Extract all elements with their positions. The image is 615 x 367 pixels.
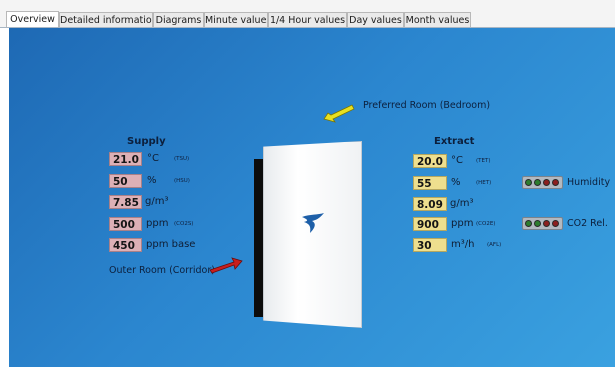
- extract-temperature-field[interactable]: 20.0: [413, 154, 447, 168]
- humidity-indicator-label: Humidity: [567, 177, 611, 188]
- indicator-light-icon: [534, 220, 541, 227]
- tab-detailed-information[interactable]: Detailed information: [59, 12, 153, 27]
- outer-room-caption: Outer Room (Corridor): [109, 265, 215, 276]
- supply-absolute-humidity-field[interactable]: 7.85: [109, 195, 142, 209]
- preferred-room-arrow-icon: [323, 104, 355, 123]
- tab-bar: Overview Detailed information Diagrams M…: [0, 0, 615, 28]
- extract-humidity-field[interactable]: 55: [413, 176, 447, 190]
- supply-temperature-field[interactable]: 21.0: [109, 152, 142, 166]
- extract-absolute-humidity-field[interactable]: 8.09: [413, 197, 447, 211]
- supply-humidity-unit: %: [147, 175, 157, 186]
- extract-co2-unit: ppm: [451, 218, 474, 229]
- brand-logo-icon: [302, 213, 324, 233]
- indicator-light-icon: [525, 179, 532, 186]
- extract-co2-tag: (CO2E): [476, 221, 496, 227]
- extract-co2-field[interactable]: 900: [413, 217, 447, 231]
- tab-day-values[interactable]: Day values: [347, 12, 404, 27]
- supply-temperature-unit: °C: [147, 153, 159, 164]
- supply-title: Supply: [127, 136, 166, 147]
- indicator-light-icon: [543, 179, 550, 186]
- tab-month-values[interactable]: Month values: [404, 12, 471, 27]
- extract-airflow-unit: m³/h: [451, 239, 475, 250]
- humidity-indicator: [522, 176, 563, 189]
- co2-indicator-label: CO2 Rel.: [567, 218, 608, 229]
- tab-quarter-hour-values[interactable]: 1/4 Hour values: [268, 12, 347, 27]
- supply-absolute-humidity-unit: g/m³: [145, 196, 169, 207]
- extract-temperature-unit: °C: [451, 155, 463, 166]
- supply-co2-field[interactable]: 500: [109, 217, 142, 231]
- indicator-light-icon: [552, 179, 559, 186]
- indicator-light-icon: [534, 179, 541, 186]
- extract-humidity-tag: (HET): [476, 180, 492, 186]
- supply-temperature-tag: (TSU): [174, 156, 190, 162]
- indicator-light-icon: [552, 220, 559, 227]
- supply-humidity-field[interactable]: 50: [109, 174, 142, 188]
- extract-airflow-tag: (AFL): [487, 242, 502, 248]
- extract-airflow-field[interactable]: 30: [413, 238, 447, 252]
- preferred-room-caption: Preferred Room (Bedroom): [363, 100, 491, 111]
- indicator-light-icon: [525, 220, 532, 227]
- supply-base-ppm-unit: ppm base: [146, 239, 196, 250]
- extract-title: Extract: [434, 136, 475, 147]
- device-side-panel: [254, 159, 263, 317]
- tab-overview[interactable]: Overview: [6, 11, 59, 28]
- extract-temperature-tag: (TET): [476, 158, 491, 164]
- supply-humidity-tag: (HSU): [174, 178, 190, 184]
- extract-humidity-unit: %: [451, 177, 461, 188]
- supply-co2-unit: ppm: [146, 218, 169, 229]
- extract-absolute-humidity-unit: g/m³: [450, 198, 474, 209]
- supply-co2-tag: (CO2S): [174, 221, 194, 227]
- indicator-light-icon: [543, 220, 550, 227]
- overview-panel: Supply 21.0 °C (TSU) 50 % (HSU) 7.85 g/m…: [9, 28, 615, 367]
- supply-base-ppm-field[interactable]: 450: [109, 238, 142, 252]
- co2-indicator: [522, 217, 563, 230]
- tab-diagrams[interactable]: Diagrams: [153, 12, 204, 27]
- outer-room-arrow-icon: [209, 257, 243, 274]
- tab-minute-values[interactable]: Minute values: [204, 12, 268, 27]
- ventilation-device: [254, 141, 366, 328]
